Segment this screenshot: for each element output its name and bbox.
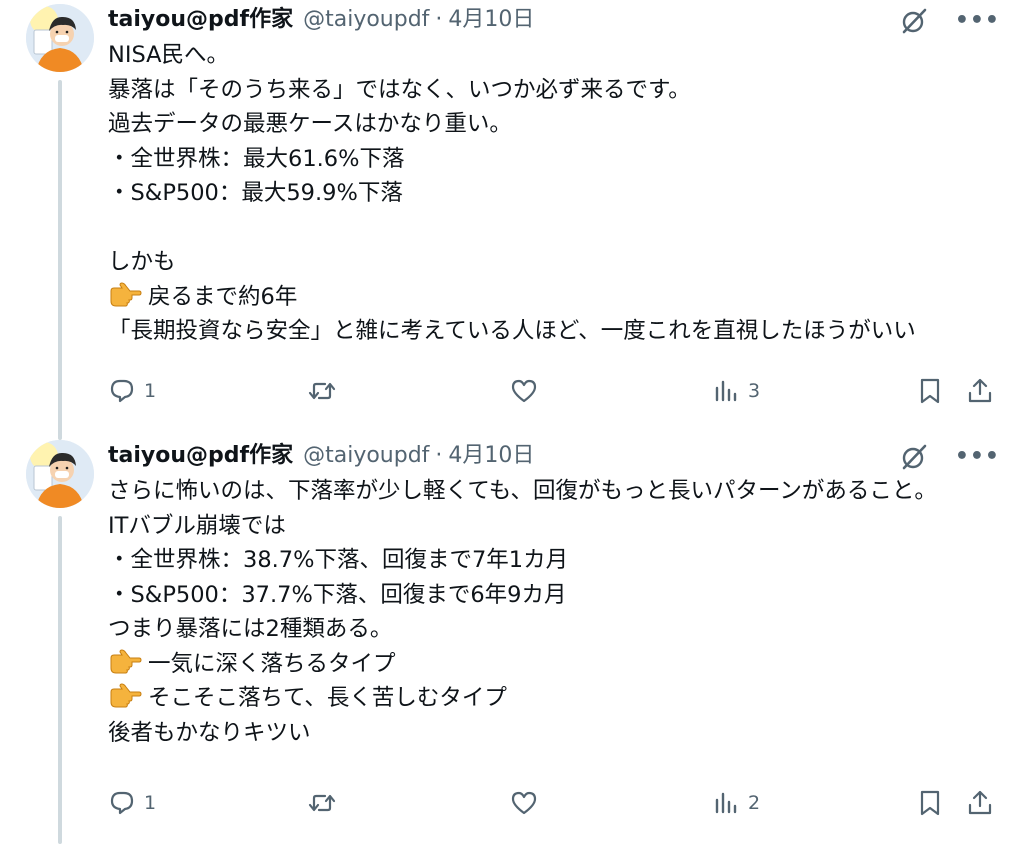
- reply-count: 1: [144, 792, 157, 814]
- retweet-button[interactable]: [308, 371, 344, 411]
- tweet[interactable]: taiyou@pdf作家 @taiyoupdf · 4月10日 ••• NISA…: [0, 0, 1024, 440]
- avatar[interactable]: [26, 4, 94, 72]
- views-icon: [715, 380, 737, 402]
- view-count: 3: [748, 380, 761, 402]
- tweet-line-text: 一気に深く落ちるタイプ: [148, 650, 396, 677]
- tweet-text: NISA民へ。 暴落は「そのうち来る」ではなく、いつか必ず来るです。 過去データ…: [108, 38, 988, 349]
- bookmark-icon: [920, 378, 940, 404]
- views-button[interactable]: 2: [712, 783, 760, 823]
- view-count: 2: [748, 792, 761, 814]
- retweet-icon: [308, 794, 336, 812]
- tweet-line: 後者もかなりキツい: [108, 719, 311, 746]
- bookmark-button[interactable]: [916, 371, 944, 411]
- avatar-illustration: [26, 440, 94, 508]
- tweet-line-with-emoji: 戻るまで約6年: [108, 280, 988, 315]
- reply-count: 1: [144, 380, 157, 402]
- tweet-line: 過去データの最悪ケースはかなり重い。: [108, 111, 512, 137]
- separator: ·: [435, 443, 443, 468]
- tweet-line-text: 戻るまで約6年: [148, 283, 298, 310]
- tweet-line: つまり暴落には2種類ある。: [108, 616, 393, 642]
- share-button[interactable]: [966, 783, 994, 823]
- tweet-actions: 1 3: [104, 371, 1004, 411]
- thread-connector: [58, 80, 62, 440]
- heart-icon: [511, 791, 537, 815]
- header-actions: •••: [899, 6, 1000, 36]
- tweet[interactable]: taiyou@pdf作家 @taiyoupdf · 4月10日 ••• さらに怖…: [0, 436, 1024, 844]
- tweet-line: ITバブル崩壊では: [108, 512, 286, 539]
- tweet-header: taiyou@pdf作家 @taiyoupdf · 4月10日: [108, 440, 534, 472]
- reply-button[interactable]: 1: [108, 371, 156, 411]
- like-button[interactable]: [510, 783, 546, 823]
- grok-icon[interactable]: [899, 442, 929, 472]
- avatar-illustration: [26, 4, 94, 72]
- avatar[interactable]: [26, 440, 94, 508]
- grok-icon[interactable]: [899, 6, 929, 36]
- tweet-line-with-emoji: 一気に深く落ちるタイプ: [108, 647, 988, 682]
- tweet-line-with-emoji: そこそこ落ちて、長く苦しむタイプ: [108, 681, 988, 716]
- more-icon[interactable]: •••: [955, 442, 1000, 472]
- tweet-line: さらに怖いのは、下落率が少し軽くても、回復がもっと長いパターンがあること。: [108, 478, 937, 504]
- author-name[interactable]: taiyou@pdf作家: [108, 4, 293, 36]
- pointing-right-emoji: [108, 683, 142, 709]
- tweet-line: ・全世界株：最大61.6%下落: [108, 145, 405, 172]
- tweet-actions: 1 2: [104, 783, 1004, 823]
- tweet-line: ・全世界株：38.7%下落、回復まで7年1カ月: [108, 547, 569, 573]
- share-icon: [968, 790, 992, 815]
- tweet-thread: taiyou@pdf作家 @taiyoupdf · 4月10日 ••• NISA…: [0, 0, 1024, 844]
- pointing-right-emoji: [108, 648, 142, 675]
- header-actions: •••: [899, 442, 1000, 472]
- thread-connector: [58, 516, 62, 844]
- tweet-line: ・S&P500：37.7%下落、回復まで6年9カ月: [108, 581, 567, 608]
- retweet-icon: [308, 382, 336, 400]
- tweet-text: さらに怖いのは、下落率が少し軽くても、回復がもっと長いパターンがあること。 IT…: [108, 474, 988, 750]
- bookmark-icon: [920, 790, 940, 816]
- tweet-line: ・S&P500：最大59.9%下落: [108, 180, 403, 206]
- post-date[interactable]: 4月10日: [448, 4, 534, 36]
- reply-icon: [110, 791, 134, 815]
- tweet-header: taiyou@pdf作家 @taiyoupdf · 4月10日: [108, 4, 534, 36]
- retweet-button[interactable]: [308, 783, 344, 823]
- more-icon[interactable]: •••: [955, 6, 1000, 36]
- author-name[interactable]: taiyou@pdf作家: [108, 440, 293, 472]
- heart-icon: [511, 379, 537, 403]
- pointing-right-emoji: [108, 281, 142, 308]
- like-button[interactable]: [510, 371, 546, 411]
- author-handle[interactable]: @taiyoupdf: [303, 440, 429, 472]
- tweet-line: しかも: [108, 249, 176, 275]
- tweet-line: NISA民へ。: [108, 42, 230, 68]
- reply-icon: [110, 379, 134, 403]
- tweet-line-text: そこそこ落ちて、長く苦しむタイプ: [148, 685, 507, 711]
- share-icon: [968, 378, 992, 403]
- share-button[interactable]: [966, 371, 994, 411]
- views-button[interactable]: 3: [712, 371, 760, 411]
- separator: ·: [435, 7, 443, 32]
- views-icon: [715, 792, 737, 814]
- tweet-line: [108, 211, 988, 246]
- author-handle[interactable]: @taiyoupdf: [303, 4, 429, 36]
- bookmark-button[interactable]: [916, 783, 944, 823]
- post-date[interactable]: 4月10日: [448, 440, 534, 472]
- reply-button[interactable]: 1: [108, 783, 156, 823]
- tweet-line: 暴落は「そのうち来る」ではなく、いつか必ず来るです。: [108, 76, 691, 103]
- tweet-line: 「長期投資なら安全」と雑に考えている人ほど、一度これを直視したほうがいい: [108, 318, 916, 344]
